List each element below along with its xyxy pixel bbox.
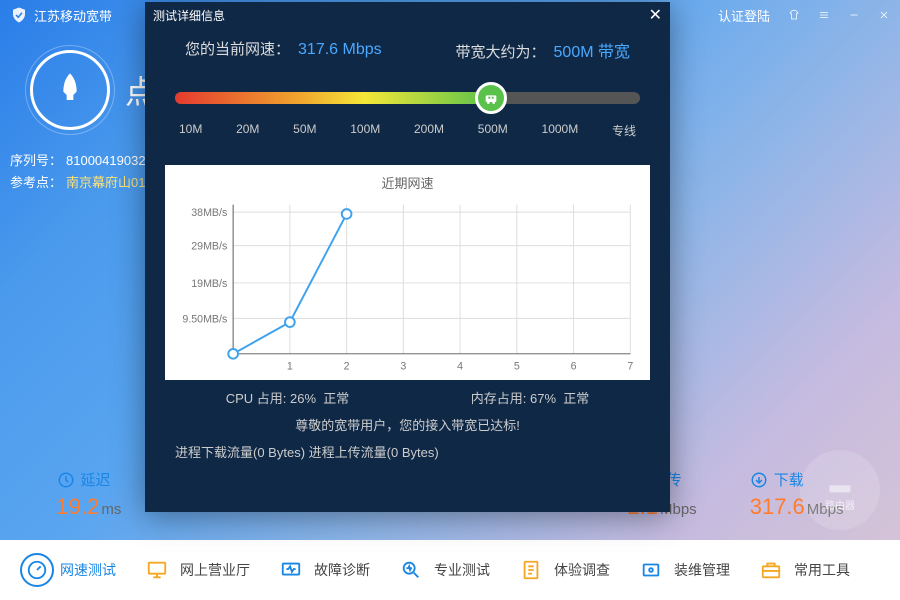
cpu-label: CPU 占用:: [226, 391, 287, 406]
mem-status: 正常: [563, 391, 589, 406]
watermark-badge: 路由器: [800, 450, 880, 530]
tick: 20M: [236, 122, 259, 139]
serial-label: 序列号：: [10, 150, 62, 172]
toolbox-icon: [754, 553, 788, 587]
tick: 500M: [478, 122, 508, 139]
nav-survey[interactable]: 体验调查: [504, 547, 620, 593]
tick: 10M: [179, 122, 202, 139]
app-title: 江苏移动宽带: [34, 6, 112, 25]
tick: 专线: [612, 122, 636, 139]
svg-text:19MB/s: 19MB/s: [191, 278, 227, 290]
tick: 50M: [293, 122, 316, 139]
nav-label: 故障诊断: [314, 560, 370, 580]
wrench-icon: [634, 553, 668, 587]
modal-titlebar[interactable]: 测试详细信息 ✕: [145, 2, 670, 28]
bandwidth-gauge: 10M 20M 50M 100M 200M 500M 1000M 专线: [165, 72, 650, 149]
recent-speed-chart: 近期网速 9.50MB/s 19MB/s 29MB/s 38MB/s 1 2 3 4 5 6 7: [165, 165, 650, 380]
clock-icon: [57, 471, 75, 489]
bottom-nav: 网速测试 网上营业厅 故障诊断 专业测试 体验调查 装维管理 常用工具: [0, 540, 900, 600]
bandwidth-label: 带宽大约为：: [456, 44, 546, 61]
status-message: 尊敬的宽带用户，您的接入带宽已达标!: [165, 415, 650, 434]
nav-label: 常用工具: [794, 560, 850, 580]
latency-stat: 延迟 19.2ms: [57, 469, 122, 520]
skin-icon[interactable]: [788, 9, 800, 21]
nav-label: 体验调查: [554, 560, 610, 580]
svg-text:7: 7: [627, 360, 633, 372]
monitor-icon: [140, 553, 174, 587]
mem-label: 内存占用:: [471, 391, 527, 406]
svg-text:3: 3: [400, 360, 406, 372]
shield-logo-icon: [10, 6, 28, 24]
latency-label: 延迟: [81, 469, 111, 490]
hero-test-button[interactable]: 点: [30, 50, 157, 130]
svg-text:4: 4: [457, 360, 463, 372]
nav-label: 专业测试: [434, 560, 490, 580]
nav-diagnosis[interactable]: 故障诊断: [264, 547, 380, 593]
ref-label: 参考点：: [10, 172, 62, 194]
download-icon: [750, 471, 768, 489]
nav-tools[interactable]: 常用工具: [744, 547, 860, 593]
nav-speed-test[interactable]: 网速测试: [10, 547, 126, 593]
nav-label: 装维管理: [674, 560, 730, 580]
bandwidth-value: 500M 带宽: [554, 44, 630, 61]
current-speed-label: 您的当前网速：: [185, 41, 290, 58]
nav-label: 网速测试: [60, 560, 116, 580]
latency-unit: ms: [101, 501, 121, 518]
svg-text:6: 6: [571, 360, 577, 372]
traffic-up-value: (0 Bytes): [387, 445, 439, 460]
svg-text:29MB/s: 29MB/s: [191, 241, 227, 253]
download-value: 317.6: [750, 494, 805, 519]
ref-value[interactable]: 南京幕府山01: [66, 172, 145, 194]
router-icon: [826, 469, 854, 497]
gauge-icon: [20, 553, 54, 587]
nav-label: 网上营业厅: [180, 560, 250, 580]
tick: 200M: [414, 122, 444, 139]
minimize-icon[interactable]: [848, 9, 860, 21]
gauge-ticks: 10M 20M 50M 100M 200M 500M 1000M 专线: [175, 122, 640, 139]
traffic-up-label: 进程上传流量: [309, 445, 387, 460]
nav-pro-test[interactable]: 专业测试: [384, 547, 500, 593]
auth-login-link[interactable]: 认证登陆: [718, 6, 770, 25]
modal-close-icon[interactable]: ✕: [649, 5, 662, 25]
tick: 100M: [350, 122, 380, 139]
rocket-icon: [30, 50, 110, 130]
svg-text:1: 1: [287, 360, 293, 372]
chart-canvas: 9.50MB/s 19MB/s 29MB/s 38MB/s 1 2 3 4 5 6 7: [175, 196, 640, 376]
watermark-text: 路由器: [825, 497, 855, 512]
traffic-down-value: (0 Bytes): [253, 445, 305, 460]
cpu-value: 26%: [290, 391, 316, 406]
svg-text:9.50MB/s: 9.50MB/s: [182, 313, 227, 325]
info-panel: 序列号：81000419032666 参考点：南京幕府山01: [10, 150, 167, 194]
gauge-fill: [175, 92, 491, 104]
svg-text:5: 5: [514, 360, 520, 372]
chart-title: 近期网速: [175, 173, 640, 192]
close-icon[interactable]: [878, 9, 890, 21]
test-detail-modal: 测试详细信息 ✕ 您的当前网速： 317.6 Mbps 带宽大约为： 500M 带宽…: [145, 2, 670, 512]
traffic-down-label: 进程下载流量: [175, 445, 253, 460]
modal-title: 测试详细信息: [153, 7, 225, 24]
nav-online-hall[interactable]: 网上营业厅: [130, 547, 260, 593]
tick: 1000M: [542, 122, 579, 139]
current-speed-value: 317.6 Mbps: [298, 41, 382, 58]
svg-text:2: 2: [344, 360, 350, 372]
mem-value: 67%: [530, 391, 556, 406]
svg-text:38MB/s: 38MB/s: [191, 207, 227, 219]
menu-icon[interactable]: [818, 9, 830, 21]
cpu-status: 正常: [323, 391, 349, 406]
latency-value: 19.2: [57, 494, 100, 519]
magnify-icon: [394, 553, 428, 587]
nav-maintenance[interactable]: 装维管理: [624, 547, 740, 593]
clipboard-icon: [514, 553, 548, 587]
gauge-thumb-icon: [475, 82, 507, 114]
diagnosis-icon: [274, 553, 308, 587]
